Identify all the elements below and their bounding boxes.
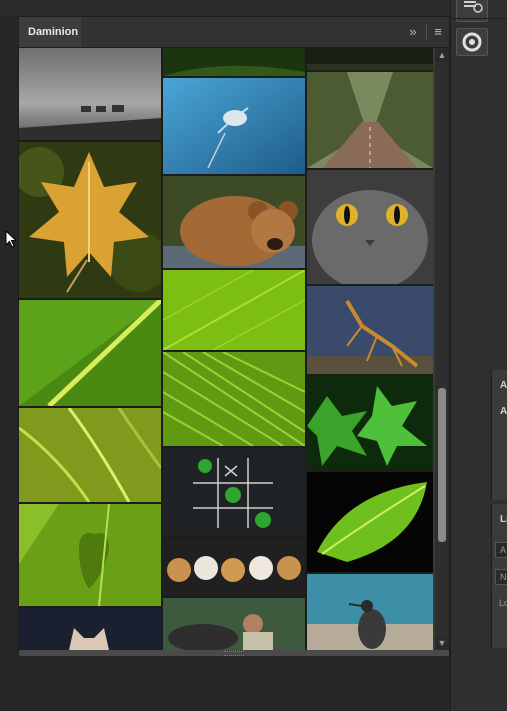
mouse-cursor-icon [5, 229, 18, 253]
thumb-palm-leaf-rays[interactable] [163, 352, 305, 446]
right-tool-panel: A A La A N Lo [450, 0, 507, 711]
thumbnail-grid [19, 48, 433, 650]
thumb-praying-mantis[interactable] [307, 286, 433, 374]
thumb-tree-lined-road[interactable] [307, 72, 433, 168]
collapse-panel-icon[interactable]: » [405, 24, 421, 40]
right-panel-label-3: La [500, 514, 507, 525]
thumb-heart-leaf[interactable] [19, 504, 161, 606]
thumb-five-pomeranians[interactable] [163, 538, 305, 596]
scroll-up-arrow-icon[interactable]: ▲ [435, 48, 449, 62]
daminion-panel: Daminion » ≡ ▲ ▼ [18, 16, 450, 656]
thumb-gray-cat[interactable] [307, 170, 433, 284]
panel-resize-bar[interactable] [19, 650, 449, 656]
top-strip [0, 0, 450, 16]
panel-menu-icon[interactable]: ≡ [430, 24, 446, 40]
thumb-heron-lake[interactable] [307, 574, 433, 650]
daminion-tool-button[interactable] [456, 28, 488, 56]
thumb-butterfly-blue[interactable] [163, 78, 305, 174]
thumb-dog-head[interactable] [19, 608, 161, 650]
tab-bar-divider [426, 25, 427, 39]
resize-grip-icon[interactable] [224, 651, 244, 656]
app-window: Daminion » ≡ ▲ ▼ A A L A N Lo [0, 0, 507, 711]
thumb-fern-fronds[interactable] [19, 408, 161, 502]
right-panel-divider [451, 18, 507, 19]
panel-tab-bar: Daminion » ≡ [19, 17, 449, 48]
right-panel-label-2: A [500, 406, 507, 417]
right-panel-field-1[interactable]: A [495, 542, 507, 558]
thumb-dark-forest-top[interactable] [307, 48, 433, 70]
thumb-single-green-leaf[interactable] [307, 472, 433, 572]
daminion-logo-icon [462, 32, 482, 52]
thumb-elephants-mist[interactable] [19, 48, 161, 140]
tab-daminion[interactable]: Daminion [19, 17, 81, 47]
right-panel-field-3[interactable]: Lo [495, 596, 507, 612]
thumb-green-leaf-texture[interactable] [163, 270, 305, 350]
thumb-brown-bear[interactable] [163, 176, 305, 268]
thumb-dark-green-top[interactable] [163, 48, 305, 76]
thumb-green-leaf-stripe[interactable] [19, 300, 161, 406]
right-panel-label-1: A [500, 380, 507, 391]
thumb-green-maple-leaves[interactable] [307, 376, 433, 470]
scrollbar-thumb[interactable] [438, 388, 446, 542]
thumbnail-vertical-scrollbar[interactable]: ▲ ▼ [435, 48, 449, 650]
thumb-man-with-buffalo[interactable] [163, 598, 305, 650]
thumb-clover-tic-tac-toe[interactable] [163, 448, 305, 536]
thumb-autumn-maple-leaf[interactable] [19, 142, 161, 298]
scroll-down-arrow-icon[interactable]: ▼ [435, 636, 449, 650]
right-panel-field-2[interactable]: N [495, 569, 507, 585]
